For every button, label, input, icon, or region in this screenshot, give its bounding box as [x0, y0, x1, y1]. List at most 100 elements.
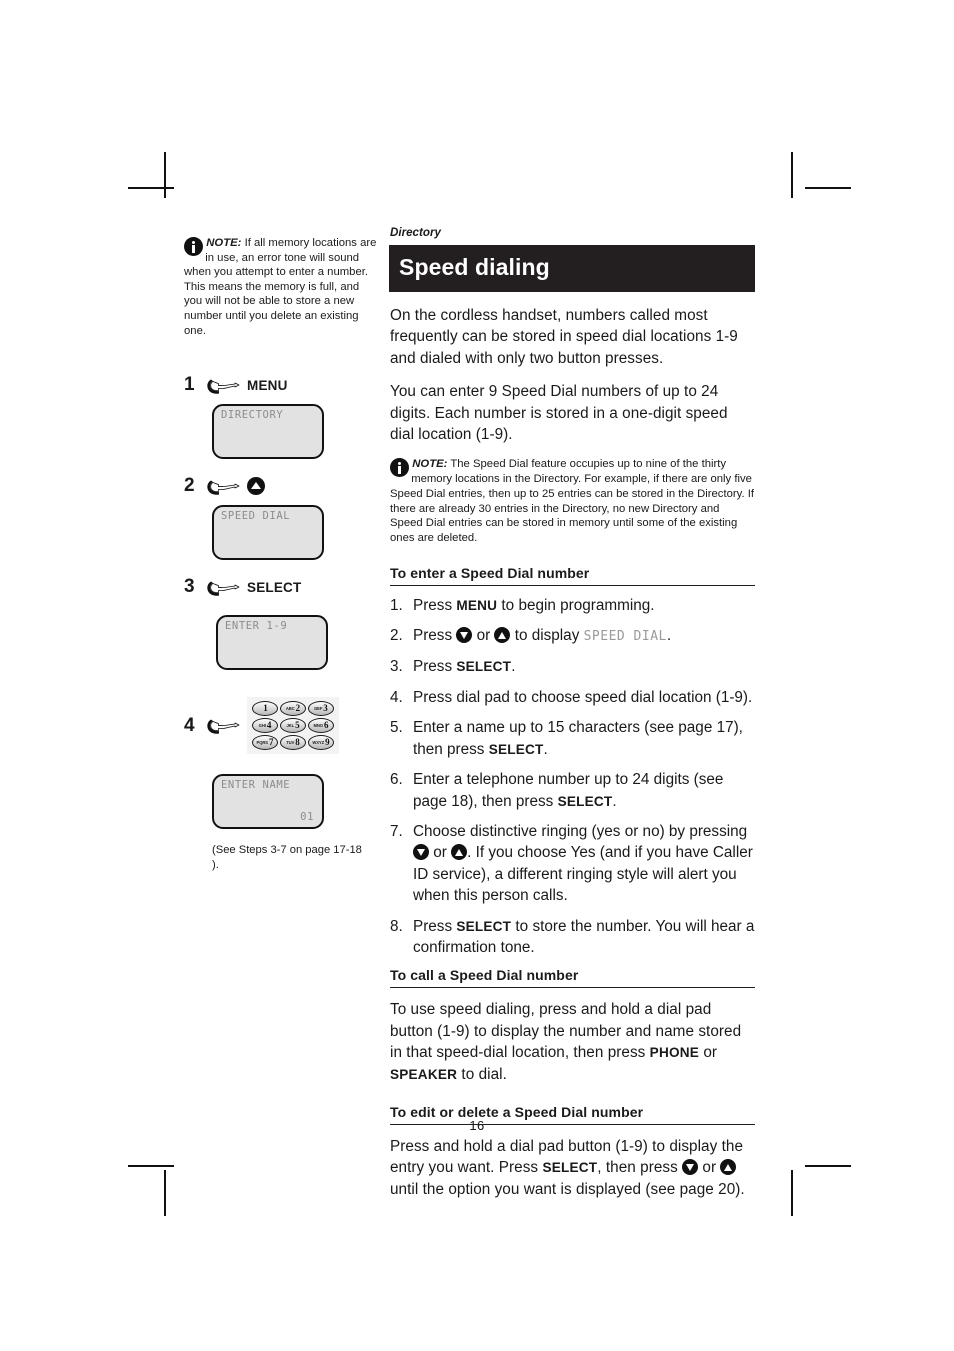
step-1-post: to begin programming.	[497, 596, 655, 614]
intro-paragraph-1: On the cordless handset, numbers called …	[390, 307, 738, 367]
step-3-pre: Press	[413, 658, 457, 676]
dial-key-8-digit: 8	[295, 737, 300, 748]
breadcrumb: Directory	[390, 226, 441, 239]
down-arrow-key-icon	[682, 1159, 699, 1176]
manual-page: NOTE: If all memory locations are in use…	[0, 0, 954, 1351]
step-item-6: 6. Enter a telephone number up to 24 digi…	[389, 769, 755, 812]
dial-key-3-digit: 3	[323, 703, 328, 714]
section-edit-post: until the option you want is displayed (…	[390, 1180, 745, 1198]
sidebar-step-1-label: MENU	[247, 377, 288, 393]
sidebar-step-4-number: 4	[184, 714, 195, 736]
dial-key-2-letters: ABC	[285, 705, 295, 711]
step-7-pre: Choose distinctive ringing (yes or no) b…	[413, 822, 748, 840]
main-content-column: Directory Speed dialing On the cordless …	[389, 226, 755, 1200]
dial-key-4: GHI 4	[252, 718, 278, 734]
dial-key-6: MNO 6	[308, 718, 334, 734]
dial-key-4-letters: GHI	[258, 722, 266, 728]
up-arrow-key-icon	[720, 1159, 737, 1176]
step-2-mid2: to display	[510, 627, 584, 645]
sidebar-note: NOTE: If all memory locations are in use…	[184, 236, 380, 338]
dial-key-5-letters: JKL	[286, 722, 295, 728]
section-call-post: to dial.	[457, 1065, 507, 1083]
step-item-1: 1. Press MENU to begin programming.	[389, 595, 755, 616]
pointing-hand-icon	[207, 581, 240, 596]
down-arrow-key-icon	[413, 844, 429, 861]
step-1-pre: Press	[413, 596, 457, 614]
step-5-keyword: SELECT	[488, 741, 544, 757]
sidebar-step-3: 3 SELECT	[184, 576, 380, 598]
section-heading-enter: To enter a Speed Dial number	[390, 565, 755, 586]
up-arrow-key-icon	[247, 477, 265, 496]
step-5-post: .	[543, 740, 548, 758]
step-item-8: 8. Press SELECT to store the number. You …	[389, 916, 755, 959]
sidebar-step-3-label: SELECT	[247, 579, 302, 595]
sidebar-note-text: If all memory locations are in use, an e…	[184, 237, 377, 337]
step-item-7: 7. Choose distinctive ringing (yes or no)…	[389, 821, 755, 907]
section-call-keyword-phone: PHONE	[649, 1045, 700, 1061]
dial-key-6-digit: 6	[323, 720, 329, 731]
crop-mark-top-left-h	[128, 187, 174, 189]
step-2-pre: Press	[413, 627, 457, 645]
lcd-directory: DIRECTORY	[212, 404, 324, 460]
dial-key-7-letters: PQRS	[256, 739, 269, 745]
left-sidebar-column: NOTE: If all memory locations are in use…	[184, 236, 380, 872]
step-4-pre: Press dial pad to choose speed dial loca…	[413, 688, 753, 706]
page-number: 16	[469, 1118, 485, 1133]
step-item-3: 3. Press SELECT.	[389, 656, 755, 677]
crop-mark-top-left-v	[164, 152, 166, 198]
sidebar-step-4: 4 1 ABC 2 DEF 3 GHI 4 JKL 5 MNO 6 PQRS 7 TUV 8 …	[184, 697, 380, 755]
step-item-2: 2. Press or to display SPEED DIAL.	[389, 625, 755, 647]
pointing-hand-icon	[207, 379, 240, 394]
up-arrow-key-icon	[451, 844, 468, 861]
dial-key-4-digit: 4	[266, 720, 272, 731]
sidebar-step-3-number: 3	[184, 576, 195, 598]
dial-key-7: PQRS 7	[252, 735, 278, 751]
sidebar-step-2-number: 2	[184, 475, 195, 497]
lcd-directory-line1: DIRECTORY	[221, 409, 284, 422]
dial-key-1-digit: 1	[263, 703, 268, 714]
step-6-index: 6.	[390, 771, 403, 789]
main-note-text: The Speed Dial feature occupies up to ni…	[390, 458, 755, 544]
lcd-speed-dial-line1: SPEED DIAL	[221, 510, 291, 523]
crop-mark-bottom-left-v	[164, 1170, 166, 1216]
step-1-index: 1.	[390, 596, 403, 614]
sidebar-step-1: 1 MENU	[184, 374, 380, 396]
pointing-hand-icon	[207, 480, 240, 495]
dial-key-9: WXYZ 9	[308, 735, 334, 751]
crop-mark-top-right-v	[791, 152, 793, 198]
dial-pad-graphic: 1 ABC 2 DEF 3 GHI 4 JKL 5 MNO 6 PQRS 7 TUV 8 WX…	[247, 697, 339, 755]
main-note-label: NOTE:	[412, 458, 448, 471]
down-arrow-key-icon	[456, 627, 473, 644]
step-5-index: 5.	[390, 719, 403, 737]
section-call-mid: or	[699, 1044, 718, 1062]
section-edit-keyword-select: SELECT	[542, 1160, 598, 1176]
page-title: Speed dialing	[389, 245, 755, 292]
crop-mark-bottom-right-v	[791, 1170, 793, 1216]
main-note: NOTE: The Speed Dial feature occupies up…	[390, 457, 755, 545]
lcd-enter-name-line1: ENTER NAME	[221, 779, 291, 792]
step-item-4: 4. Press dial pad to choose speed dial lo…	[389, 687, 755, 708]
steps-list-enter: 1. Press MENU to begin programming. 2. Pre…	[389, 595, 755, 959]
step-8-pre: Press	[413, 917, 457, 935]
dial-key-3: DEF 3	[308, 701, 334, 717]
sidebar-note-label: NOTE:	[206, 237, 242, 249]
lcd-enter-1-9: ENTER 1-9	[216, 615, 328, 671]
section-edit-mid: , then press	[597, 1159, 683, 1177]
section-heading-call: To call a Speed Dial number	[390, 967, 755, 989]
section-edit-body: Press and hold a dial pad button (1-9) t…	[390, 1136, 755, 1200]
step-2-index: 2.	[390, 627, 403, 645]
dial-key-5-digit: 5	[295, 720, 300, 731]
intro-paragraph-2: You can enter 9 Speed Dial numbers of up…	[390, 383, 728, 444]
section-call-keyword-speaker: SPEAKER	[390, 1066, 458, 1082]
dial-key-8-letters: TUV	[286, 739, 295, 745]
sidebar-step-2: 2	[184, 475, 380, 497]
crop-mark-top-right-h	[805, 187, 851, 189]
step-1-keyword: MENU	[456, 597, 498, 613]
up-arrow-key-icon	[494, 627, 511, 644]
crop-mark-bottom-right-h	[805, 1165, 851, 1167]
dial-key-1: 1	[252, 701, 278, 717]
dial-key-8: TUV 8	[280, 735, 306, 751]
section-call-body: To use speed dialing, press and hold a d…	[390, 999, 755, 1085]
dial-key-7-digit: 7	[268, 737, 274, 748]
step-8-keyword: SELECT	[456, 918, 512, 934]
